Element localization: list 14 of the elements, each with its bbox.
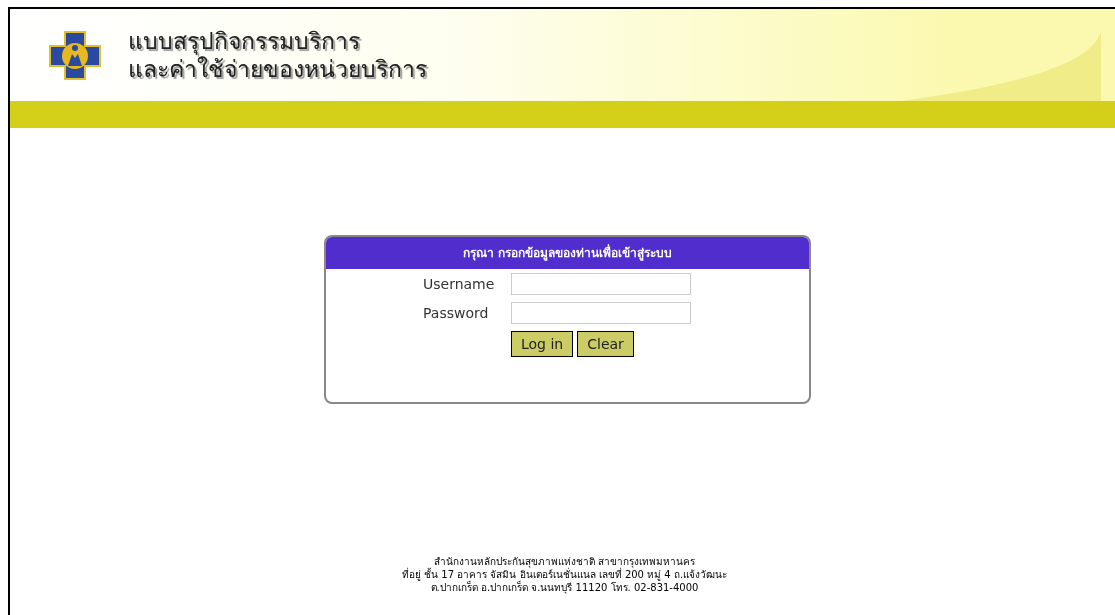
clear-button[interactable]: Clear — [577, 331, 634, 357]
field-label: Password — [423, 303, 490, 323]
site-title: และค่าใช้จ่ายของหน่วยบริการ — [128, 55, 427, 83]
password-field[interactable] — [511, 302, 691, 324]
footer-address: สำนักงานหลักประกันสุขภาพแห่งชาติ สาขากรุงเทพมหานคร — [433, 555, 696, 568]
site-title: แบบสรุปกิจกรรมบริการ — [128, 27, 427, 55]
banner-swoosh-icon — [901, 31, 1101, 101]
login-heading: กรุณา กรอกข้อมูลของท่านเพื่อเข้าสู่ระบบ — [326, 237, 809, 269]
field-label: Username — [423, 274, 496, 294]
login-button[interactable]: Log in — [511, 331, 574, 357]
medical-cross-logo-icon — [48, 30, 102, 80]
footer-address: ที่อยู่ ชั้น 17 อาคาร จัสมิน อินเตอร์เนชั่นแนล เลขที่ 200 หมู่ 4 ถ.แจ้งวัฒนะ — [401, 568, 728, 581]
footer-address: ต.ปากเกร็ด อ.ปากเกร็ด จ.นนทบุรี 11120 โทร. 02-831-4000 — [430, 581, 699, 594]
username-field[interactable] — [511, 273, 691, 295]
